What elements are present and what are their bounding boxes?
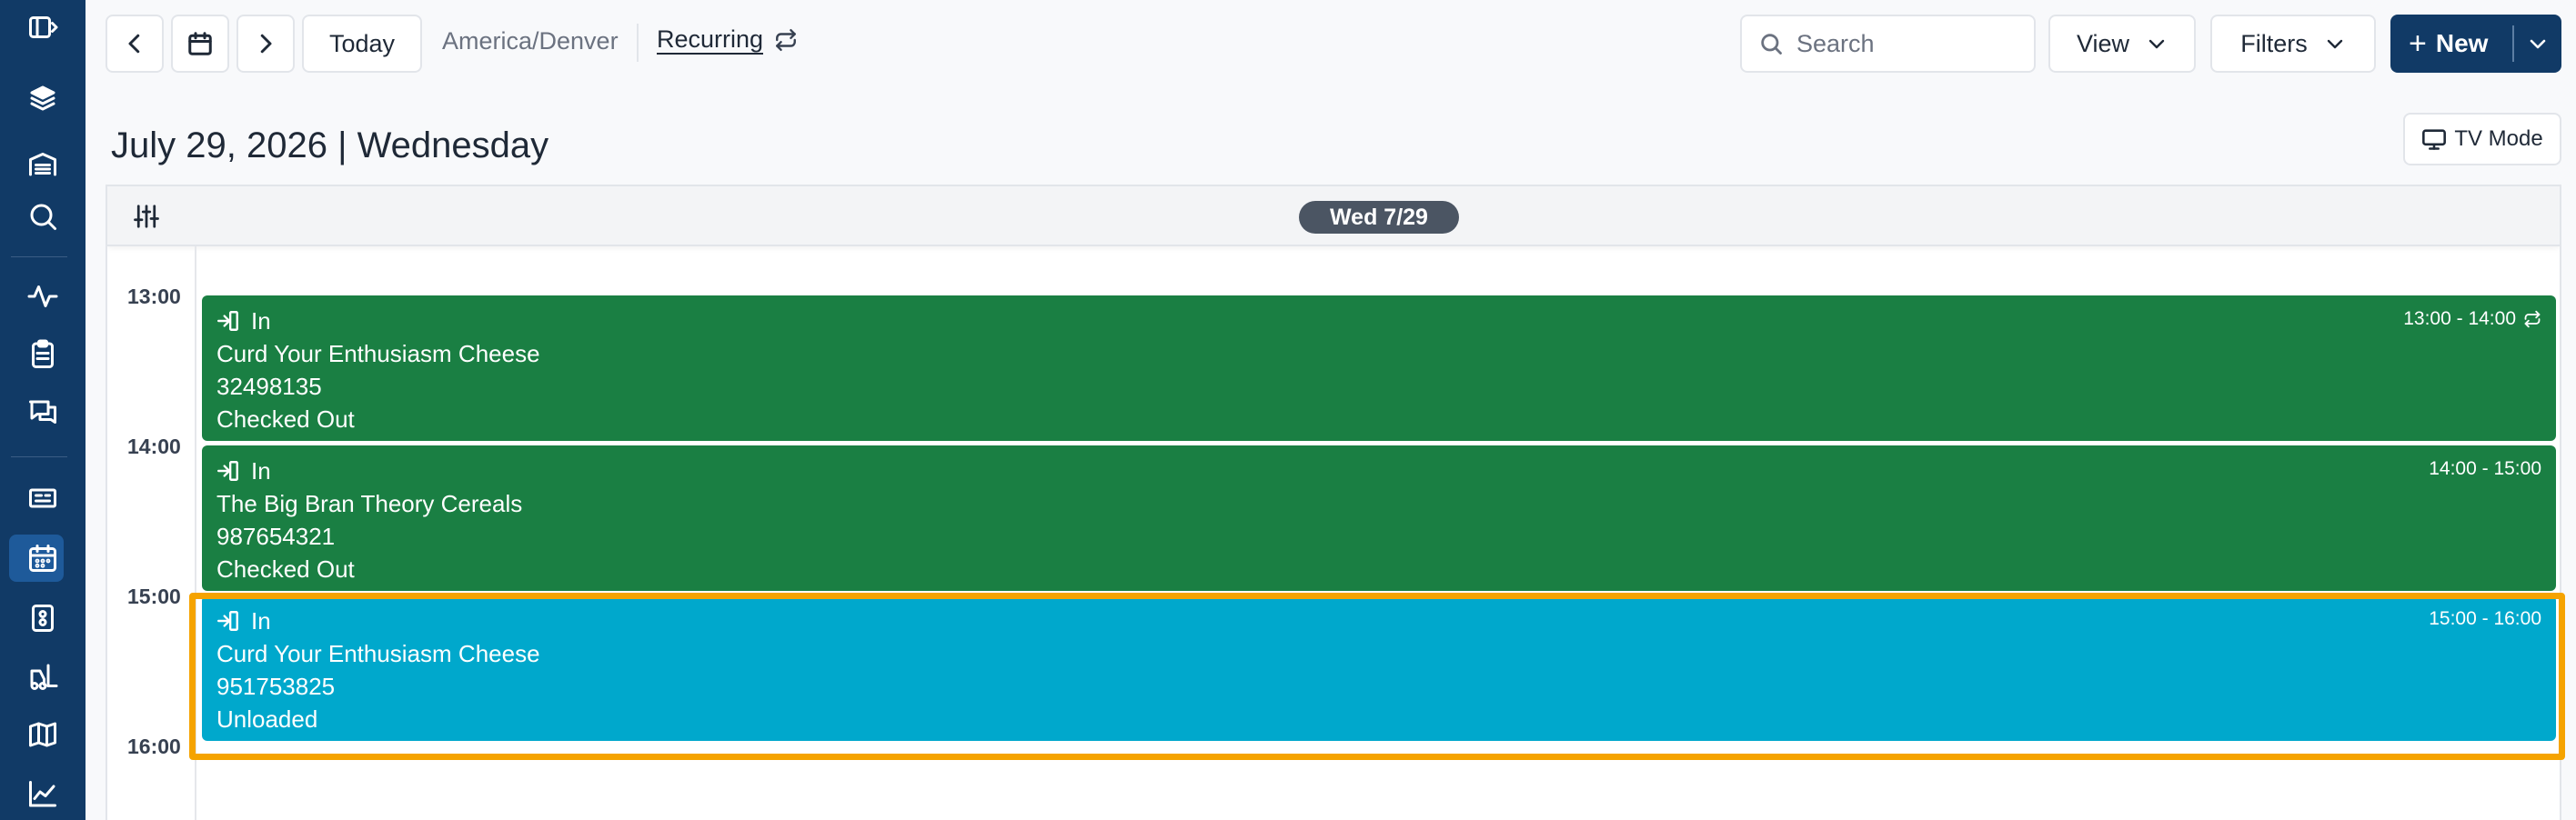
chevron-down-icon [2148,39,2165,49]
event-time: 15:00 - 16:00 [2429,608,2541,630]
sliders-icon [134,205,159,228]
time-gutter-divider [195,246,196,820]
view-dropdown[interactable]: View [2048,15,2196,73]
event-direction: In [216,605,2541,637]
filters-label: Filters [2240,29,2308,57]
timezone-label: America/Denver [442,27,619,55]
activity-icon[interactable] [0,271,86,322]
sidebar-divider [11,456,67,457]
search-input[interactable] [1796,29,2015,58]
filters-dropdown[interactable]: Filters [2210,15,2376,73]
plus-icon: + [2409,26,2427,61]
messages-icon[interactable] [0,387,86,438]
event-carrier: Curd Your Enthusiasm Cheese [216,640,540,667]
chevron-right-icon [260,34,272,54]
event-carrier: Curd Your Enthusiasm Cheese [216,340,540,367]
event-time: 13:00 - 14:00 [2403,308,2541,330]
event-status: Checked Out [216,405,355,433]
prev-day-button[interactable] [106,15,164,73]
log-in-icon [216,611,238,631]
tv-mode-label: TV Mode [2454,126,2543,151]
appointment-event[interactable]: In The Big Bran Theory Cereals 987654321… [202,445,2556,591]
day-label-badge: Wed 7/29 [1299,201,1459,234]
monitor-icon [2422,129,2447,150]
hour-label: 14:00 [127,435,181,458]
stack-logo-icon[interactable] [0,73,86,124]
event-direction: In [216,305,2541,337]
next-day-button[interactable] [236,15,295,73]
event-reference: 987654321 [216,523,336,550]
dock-door-icon[interactable] [0,593,86,644]
search-nav-icon[interactable] [0,191,86,242]
event-direction: In [216,455,2541,487]
event-time-label: 13:00 - 14:00 [2403,308,2516,329]
event-time-label: 14:00 - 15:00 [2429,458,2541,479]
map-icon[interactable] [0,709,86,760]
chevron-left-icon [128,34,140,54]
chart-icon[interactable] [0,769,86,820]
calendar-header: Wed 7/29 [107,186,2560,246]
event-status: Unloaded [216,705,318,733]
repeat-icon [2524,310,2541,328]
warehouse-icon[interactable] [0,138,86,189]
repeat-icon [776,28,796,52]
hour-label: 16:00 [127,735,181,758]
sidebar [0,0,86,820]
search-icon [1761,34,1782,55]
hour-label: 13:00 [127,285,181,308]
hour-label: 15:00 [127,585,181,608]
new-label: New [2435,29,2489,57]
event-reference: 32498135 [216,373,322,400]
chevron-down-icon [2530,39,2546,49]
log-in-icon [216,461,238,481]
view-label: View [2076,29,2130,57]
page-title: July 29, 2026 | Wednesday [111,125,549,165]
new-button[interactable]: + New [2390,15,2512,73]
date-picker-button[interactable] [171,15,229,73]
tv-mode-button[interactable]: TV Mode [2403,113,2561,165]
event-reference: 951753825 [216,673,336,700]
event-direction-label: In [251,607,271,635]
appointment-event[interactable]: In Curd Your Enthusiasm Cheese 951753825… [202,595,2556,741]
new-dropdown-toggle[interactable] [2514,33,2561,55]
ticket-icon[interactable] [0,473,86,524]
recurring-link[interactable]: Recurring [657,25,798,55]
event-direction-label: In [251,457,271,485]
calendar-icon[interactable] [0,533,86,584]
chevron-down-icon [2327,39,2342,49]
clipboard-icon[interactable] [0,329,86,380]
event-time-label: 15:00 - 16:00 [2429,608,2541,629]
sidebar-divider [11,256,67,257]
calendar-settings-button[interactable] [133,203,160,230]
today-label: Today [328,29,396,57]
today-button[interactable]: Today [302,15,422,73]
recurring-label: Recurring [657,25,764,55]
sidebar-toggle-icon[interactable] [0,2,86,53]
forklift-icon[interactable] [0,651,86,702]
event-time: 14:00 - 15:00 [2429,458,2541,480]
calendar-icon [188,32,212,55]
event-carrier: The Big Bran Theory Cereals [216,490,523,517]
event-direction-label: In [251,307,271,335]
search-box[interactable] [1740,15,2036,73]
log-in-icon [216,311,238,331]
appointment-event[interactable]: In Curd Your Enthusiasm Cheese 32498135 … [202,295,2556,441]
day-calendar: Wed 7/29 13:00 14:00 15:00 16:00 In Curd… [106,185,2561,820]
event-status: Checked Out [216,555,355,583]
toolbar-divider [637,24,639,62]
new-split-button: + New [2390,15,2561,73]
